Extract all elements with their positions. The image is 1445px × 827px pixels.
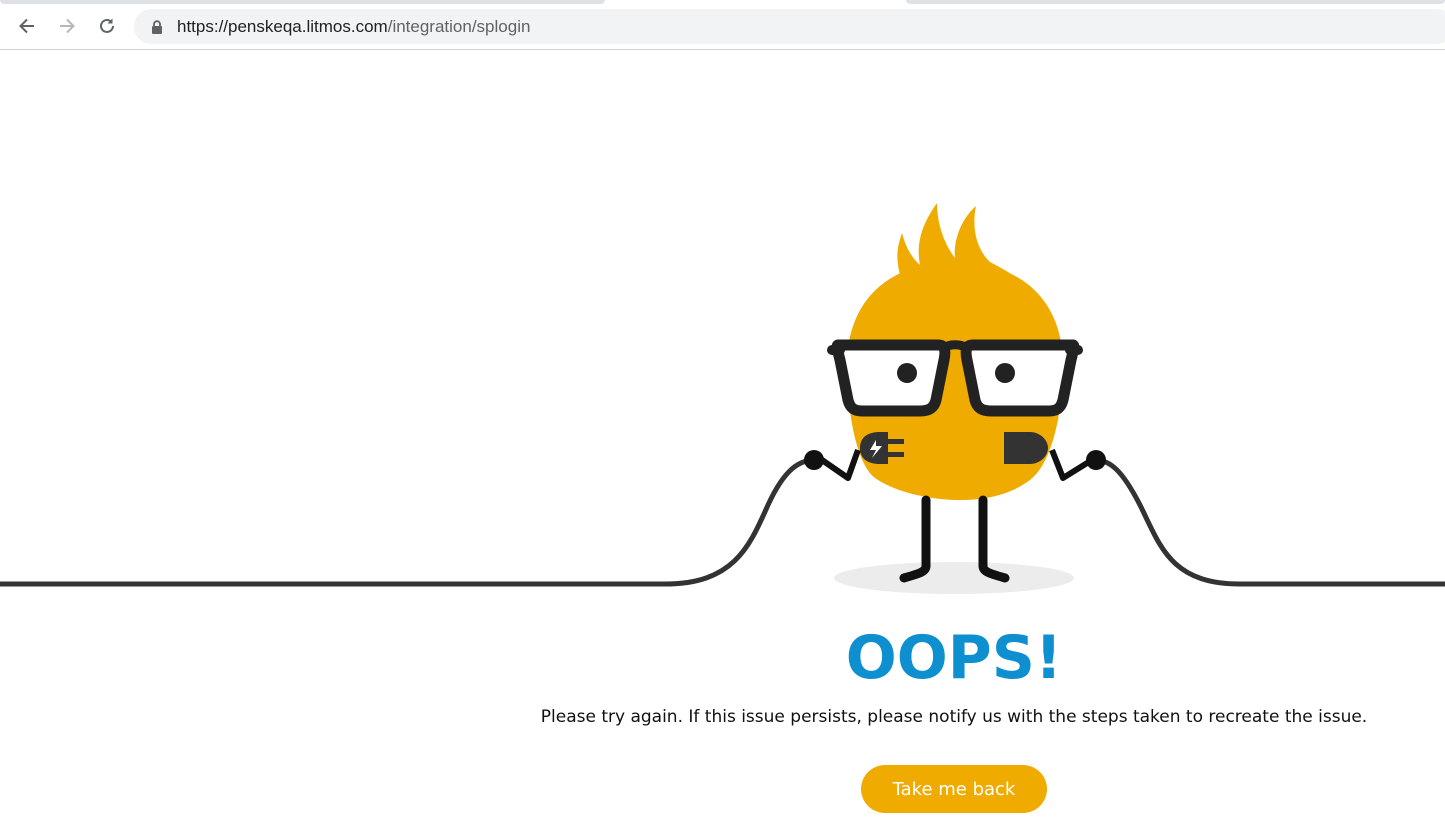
hand-left [804, 450, 824, 470]
cable-right [1094, 457, 1445, 587]
error-title: OOPS! [845, 623, 1063, 693]
arm-right [1049, 448, 1094, 481]
socket [1004, 432, 1048, 464]
cable-left [0, 457, 816, 587]
arrow-left-icon [19, 18, 34, 34]
unplugged-mascot-icon [0, 203, 1445, 594]
arrow-right-icon [60, 18, 75, 34]
reload-icon [100, 18, 114, 33]
reload-button[interactable] [92, 11, 122, 41]
arm-left [820, 448, 861, 481]
glasses-bridge [938, 340, 973, 354]
shadow [834, 562, 1074, 594]
lock-icon [152, 20, 162, 34]
browser-toolbar: https://penskeqa.litmos.com/integration/… [0, 4, 1445, 50]
take-me-back-button[interactable]: Take me back [861, 765, 1047, 813]
error-message: Please try again. If this issue persists… [540, 707, 1368, 727]
glasses-lens-right [960, 339, 1080, 417]
back-button[interactable] [12, 11, 42, 41]
url-path: /integration/splogin [387, 17, 531, 36]
glasses-lens-left [831, 339, 951, 417]
hand-right [1086, 450, 1106, 470]
url-host: https://penskeqa.litmos.com [177, 17, 388, 36]
forward-button[interactable] [52, 11, 82, 41]
eye-right [995, 363, 1015, 383]
eye-left [897, 363, 917, 383]
address-bar[interactable]: https://penskeqa.litmos.com/integration/… [134, 9, 1445, 44]
url-text[interactable]: https://penskeqa.litmos.com/integration/… [177, 9, 530, 44]
